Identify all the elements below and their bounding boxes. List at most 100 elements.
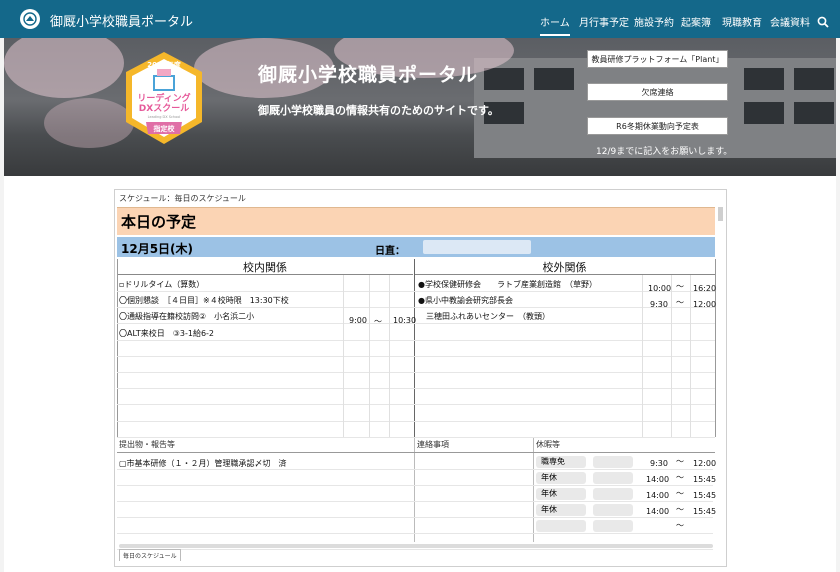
in-school-row-line: [117, 420, 415, 422]
in-school-time-column: [369, 275, 370, 437]
sub-header-divider: [117, 452, 715, 453]
out-school-time-column: [642, 275, 643, 437]
today-heading: 本日の予定: [121, 213, 197, 231]
in-school-item: ▫ドリルタイム（算数）: [119, 280, 205, 289]
bottom-row-line: [117, 533, 713, 534]
leave-end-time: 12:00: [693, 459, 717, 468]
building-window: [744, 68, 784, 90]
out-school-start-time: 9:30: [650, 300, 668, 309]
column-divider: [414, 259, 415, 437]
out-school-time-column: [671, 275, 672, 437]
out-school-row-line: [415, 355, 715, 357]
in-school-start-time: 9:00: [349, 316, 367, 325]
badge-line1: リーディング: [137, 92, 190, 104]
out-school-item: 三穂田ふれあいセンター （教頭）: [418, 312, 550, 321]
winter-break-schedule-button[interactable]: R6冬期休業動向予定表: [587, 117, 728, 135]
building-window: [484, 68, 524, 90]
absence-report-button[interactable]: 欠席連絡: [587, 83, 728, 101]
time-separator: 〜: [676, 457, 684, 466]
bottom-row-line: [117, 501, 713, 502]
badge-ribbon: 指定校: [154, 124, 176, 133]
hero-note: 12/9までに記入をお願いします。: [596, 147, 733, 157]
breadcrumb: スケジュール：毎日のスケジュール: [119, 194, 246, 203]
out-school-row-line: [415, 404, 715, 406]
schedule-frame: スケジュール：毎日のスケジュール 本日の予定 12月5日(木) 日直： 校内関係…: [114, 189, 727, 567]
date-band: 12月5日(木) 日直：: [117, 237, 715, 257]
nav-monthly-events[interactable]: 月行事予定: [579, 14, 629, 29]
hero-banner: 2024年度 リーディング DXスクール Leading DX School 指…: [4, 38, 836, 176]
out-school-end-time: 16:20: [693, 284, 717, 293]
sheet-tab[interactable]: 毎日のスケジュール: [119, 549, 181, 561]
nav-drafts[interactable]: 起案簿: [681, 14, 711, 29]
duty-label: 日直：: [375, 246, 405, 257]
leading-dx-school-badge: 2024年度 リーディング DXスクール Leading DX School 指…: [116, 50, 212, 150]
horizontal-scrollbar[interactable]: [119, 544, 713, 548]
time-separator: 〜: [676, 298, 684, 307]
leave-end-time: 15:45: [693, 507, 717, 516]
today-heading-band: 本日の予定: [117, 207, 715, 235]
in-school-item: 〇通級指導在籍校訪問② 小名浜二小: [119, 312, 255, 321]
badge-year: 2024年度: [147, 60, 181, 69]
building-window: [534, 68, 574, 90]
in-school-time-column: [389, 275, 390, 437]
time-separator: 〜: [676, 505, 684, 514]
out-school-header: 校外関係: [414, 259, 715, 275]
nav-meeting-docs[interactable]: 会議資料: [770, 14, 810, 29]
leave-name-field: [593, 504, 633, 516]
school-logo-icon[interactable]: [20, 9, 40, 29]
schedule-date: 12月5日(木): [121, 242, 194, 256]
in-school-row-line: [117, 404, 415, 406]
submit-item: ▢市基本研修（１・２月）管理職承認〆切 済: [119, 459, 287, 468]
vertical-scrollbar[interactable]: [718, 207, 723, 221]
leave-end-time: 15:45: [693, 491, 717, 500]
leave-name-field: [593, 472, 633, 484]
top-nav-bar: 御厩小学校職員ポータル ホーム 月行事予定 施設予約 起案簿 現職教育 会議資料: [0, 0, 840, 38]
bottom-row-line: [117, 517, 713, 518]
contact-header: 連絡事項: [417, 440, 449, 449]
plant-platform-button[interactable]: 教員研修プラットフォーム「Plant」: [587, 50, 728, 68]
out-school-row-line: [415, 436, 715, 438]
submit-items-header: 提出物・報告等: [119, 440, 175, 449]
cherry-blossom: [4, 38, 124, 98]
in-school-item: 〇個別懇談 ［４日目］※４校時限 13:30下校: [119, 296, 289, 305]
time-separator: 〜: [676, 489, 684, 498]
in-school-row-line: [117, 388, 415, 390]
out-school-item: ●学校保健研修会 ラトブ産業創造館 （草野）: [418, 280, 597, 289]
nav-home[interactable]: ホーム: [540, 14, 570, 36]
out-school-row-line: [415, 339, 715, 341]
site-title[interactable]: 御厩小学校職員ポータル: [50, 11, 193, 30]
out-school-row-line: [415, 420, 715, 422]
out-school-start-time: 10:00: [648, 284, 672, 293]
nav-facility-booking[interactable]: 施設予約: [634, 14, 674, 29]
leave-type: 職専免: [536, 456, 586, 468]
bottom-row-line: [117, 485, 713, 486]
leave-header: 休暇等: [536, 440, 560, 449]
out-school-item: ●県小中教諭会研究部長会: [418, 296, 513, 305]
leave-name-field: [593, 488, 633, 500]
leave-type: 年休: [536, 504, 586, 516]
leave-start-time: 14:00: [646, 475, 670, 484]
bottom-row-line: [117, 549, 713, 550]
out-school-row-line: [415, 388, 715, 390]
duty-value-field: [423, 240, 531, 254]
time-separator: 〜: [676, 282, 684, 291]
in-school-header: 校内関係: [117, 259, 413, 275]
out-school-time-column: [690, 275, 691, 437]
leave-start-time: 9:30: [650, 459, 668, 468]
in-school-item: 〇ALT来校日 ③3-1給6-2: [119, 329, 215, 338]
search-icon[interactable]: [817, 13, 829, 32]
nav-training[interactable]: 現職教育: [722, 14, 762, 29]
in-school-row-line: [117, 355, 415, 357]
leave-end-time: 15:45: [693, 475, 717, 484]
in-school-row-line: [117, 436, 415, 438]
badge-line2: DXスクール: [139, 103, 189, 114]
hero-subtitle: 御厩小学校職員の情報共有のためのサイトです。: [258, 104, 499, 117]
hero-title: 御厩小学校職員ポータル: [258, 64, 479, 86]
leave-type: [536, 520, 586, 532]
out-school-row-line: [415, 372, 715, 373]
in-school-time-column: [343, 275, 344, 437]
leave-name-field: [593, 520, 633, 532]
in-school-row-line: [117, 372, 415, 373]
leave-start-time: 14:00: [646, 507, 670, 516]
leave-type: 年休: [536, 472, 586, 484]
